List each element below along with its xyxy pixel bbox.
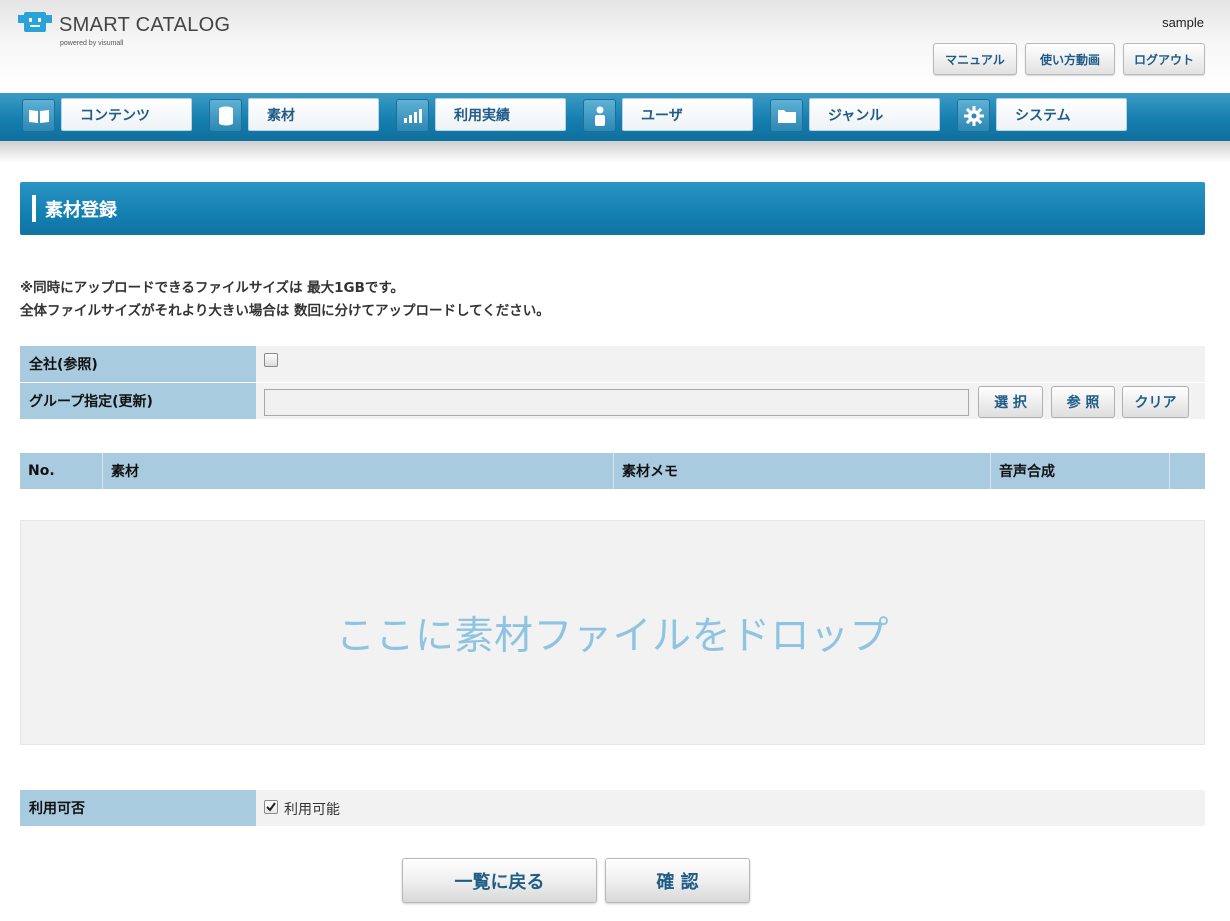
logout-button[interactable]: ログアウト bbox=[1123, 43, 1205, 75]
nav-item-users[interactable]: ユーザ bbox=[622, 98, 753, 131]
availability-checkbox[interactable] bbox=[264, 800, 278, 814]
header: SMART CATALOG powered by visumall sample… bbox=[0, 0, 1230, 93]
column-material-memo: 素材メモ bbox=[614, 453, 991, 489]
dropzone-text: ここに素材ファイルをドロップ bbox=[335, 613, 889, 659]
tutorial-video-button[interactable]: 使い方動画 bbox=[1025, 43, 1115, 75]
company-label: 全社(参照) bbox=[20, 346, 256, 382]
logo-icon bbox=[18, 12, 52, 32]
database-icon[interactable] bbox=[209, 99, 242, 132]
back-to-list-button[interactable]: 一覧に戻る bbox=[402, 858, 597, 903]
bar-chart-icon[interactable] bbox=[396, 99, 429, 132]
confirm-button[interactable]: 確 認 bbox=[605, 858, 750, 903]
group-label: グループ指定(更新) bbox=[20, 383, 256, 419]
group-row: グループ指定(更新) 選 択 参 照 クリア bbox=[20, 383, 1205, 419]
main-nav: コンテンツ 素材 利用実績 ユーザ ジャンル システム bbox=[0, 93, 1230, 141]
material-table-header: No. 素材 素材メモ 音声合成 bbox=[20, 453, 1205, 489]
upload-notice: ※同時にアップロードできるファイルサイズは 最大1GBです。 全体ファイルサイズ… bbox=[20, 277, 550, 323]
nav-item-usage[interactable]: 利用実績 bbox=[435, 98, 566, 131]
nav-item-system[interactable]: システム bbox=[996, 98, 1127, 131]
clear-button[interactable]: クリア bbox=[1122, 386, 1189, 418]
availability-label: 利用可否 bbox=[20, 790, 256, 826]
gear-icon[interactable] bbox=[957, 99, 990, 132]
company-checkbox[interactable] bbox=[264, 353, 278, 367]
section-header: 素材登録 bbox=[20, 182, 1205, 235]
column-speech-synthesis: 音声合成 bbox=[991, 453, 1170, 489]
availability-row: 利用可否 利用可能 bbox=[20, 790, 1205, 826]
browse-button[interactable]: 参 照 bbox=[1051, 386, 1115, 418]
availability-checkbox-label[interactable]: 利用可能 bbox=[284, 799, 340, 819]
nav-item-contents[interactable]: コンテンツ bbox=[61, 98, 192, 131]
title-accent-bar bbox=[32, 195, 36, 222]
user-name: sample bbox=[1162, 15, 1204, 30]
nav-shadow bbox=[0, 141, 1230, 163]
file-dropzone[interactable]: ここに素材ファイルをドロップ bbox=[20, 520, 1205, 745]
notice-line-1: ※同時にアップロードできるファイルサイズは 最大1GBです。 bbox=[20, 280, 405, 296]
nav-item-genres[interactable]: ジャンル bbox=[809, 98, 940, 131]
select-button[interactable]: 選 択 bbox=[978, 386, 1043, 418]
nav-item-materials[interactable]: 素材 bbox=[248, 98, 379, 131]
user-icon[interactable] bbox=[583, 99, 616, 132]
page-title: 素材登録 bbox=[45, 200, 117, 221]
logo-subtext: powered by visumall bbox=[60, 40, 124, 47]
checkmark-icon bbox=[266, 802, 276, 812]
group-field[interactable] bbox=[264, 389, 969, 416]
logo-text: SMART CATALOG bbox=[59, 14, 231, 36]
manual-button[interactable]: マニュアル bbox=[933, 43, 1017, 75]
column-no: No. bbox=[20, 453, 103, 489]
column-extra bbox=[1170, 453, 1205, 489]
column-material: 素材 bbox=[103, 453, 614, 489]
folder-icon[interactable] bbox=[770, 99, 803, 132]
notice-line-2: 全体ファイルサイズがそれより大きい場合は 数回に分けてアップロードしてください。 bbox=[20, 303, 550, 319]
book-icon[interactable] bbox=[22, 99, 55, 132]
company-row: 全社(参照) bbox=[20, 346, 1205, 382]
